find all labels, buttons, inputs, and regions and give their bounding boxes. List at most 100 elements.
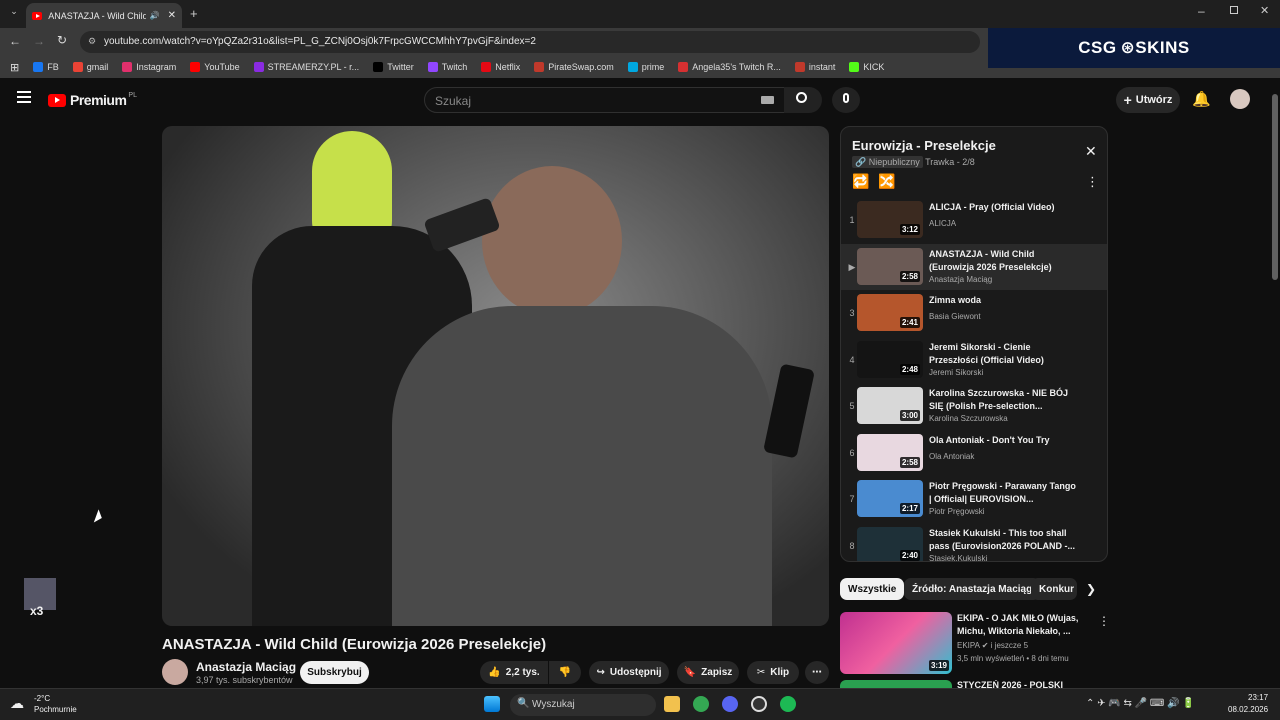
bookmark-item[interactable]: Twitch [427,62,467,72]
site-info-icon[interactable]: ⚙ [88,36,96,47]
close-window-button[interactable]: ✕ [1260,4,1269,17]
playlist-item[interactable]: 6 2:58 Ola Antoniak - Don't You Try Ola Ant… [841,430,1107,476]
bookmark-icon: 🔖 [683,667,697,678]
bookmark-item[interactable]: YouTube [190,62,240,72]
recommendation-menu-icon[interactable]: ⋮ [1098,614,1110,628]
channel-name[interactable]: Anastazja Maciąg [196,660,296,674]
like-button[interactable]: 👍 2,2 tys. [480,661,548,684]
csgoskins-ad-banner[interactable]: CSG ⊛SKINS [988,28,1280,68]
bookmark-favicon-icon [678,62,689,72]
tray-icons[interactable]: ⌃ ✈ 🎮 ⇆ 🎤 ⌨ 🔊 🔋 [1086,698,1195,709]
youtube-favicon-icon [32,11,43,20]
playlist-item[interactable]: ▶ 2:58 ANASTAZJA - Wild Child (Eurowizja 2… [841,243,1107,290]
clip-button[interactable]: ✂ Klip [747,661,799,684]
bookmark-item[interactable]: Netflix [481,62,520,72]
voice-search-button[interactable] [832,87,860,113]
obs-icon[interactable] [751,696,767,712]
clock-time[interactable]: 23:17 [1248,693,1268,702]
new-tab-button[interactable]: + [190,6,198,21]
channel-avatar[interactable] [162,659,188,685]
tab-list-button[interactable]: ⌄ [6,6,22,22]
search-button[interactable] [784,87,822,113]
playlist-item-thumbnail: 2:58 [857,247,923,285]
recommendation-item[interactable]: 3:19 EKIPA - O JAK MIŁO (Wujas, Michu, W… [840,612,1110,676]
playlist-item-thumbnail: 3:12 [857,201,923,238]
bookmark-item[interactable]: instant [794,62,835,72]
playlist-item-channel: Anastazja Maciąg [929,274,993,284]
bookmark-item[interactable]: Twitter [373,62,414,72]
account-avatar[interactable] [1230,89,1250,109]
spotify-icon[interactable] [780,696,796,712]
subscribe-button[interactable]: Subskrybuj [300,661,369,684]
share-icon: ↪ [596,667,605,678]
loop-icon[interactable]: 🔁 [852,173,869,190]
shuffle-icon[interactable]: 🔀 [878,173,895,190]
playlist-item-index: 8 [849,540,855,551]
create-button[interactable]: + Utwórz [1116,87,1180,113]
playlist-item-channel: Ola Antoniak [929,451,975,461]
video-player[interactable] [162,126,829,626]
bookmark-item[interactable]: Instagram [122,62,176,72]
save-button[interactable]: 🔖 Zapisz [677,661,739,684]
bookmark-favicon-icon [72,62,83,72]
bookmark-item[interactable]: PirateSwap.com [534,62,614,72]
recommendation-item[interactable]: STYCZEŃ 2026 - POLSKI [840,680,1108,688]
playlist-item[interactable]: 7 2:17 Piotr Pręgowski - Parawany Tango | … [841,476,1107,522]
windows-start-icon[interactable] [484,696,500,712]
file-explorer-icon[interactable] [664,696,680,712]
bookmark-item[interactable]: STREAMERZY.PL - r... [253,62,359,72]
close-playlist-icon[interactable]: ✕ [1085,143,1097,160]
hamburger-menu-icon[interactable] [17,91,31,103]
share-button[interactable]: ↪ Udostępnij [589,661,669,684]
browser-tab-bar: ⌄ ANASTAZJA - Wild Child (E 🔊 ✕ + – ✕ [0,0,1280,28]
playlist-item[interactable]: 3 2:41 Zimna woda Basia Giewont [841,290,1107,336]
more-actions-button[interactable]: ⋯ [805,661,829,684]
taskbar-search[interactable]: 🔍 Wyszukaj [510,694,656,716]
tab-close-icon[interactable]: ✕ [168,10,176,21]
forward-icon[interactable]: → [33,34,45,48]
chips-next-chevron-icon[interactable]: ❯ [1086,582,1096,596]
chrome-icon[interactable] [693,696,709,712]
playlist-item[interactable]: 5 3:00 Karolina Szczurowska - NIE BÓJ SIĘ … [841,383,1107,429]
bookmark-item[interactable]: gmail [72,62,108,72]
browser-tab-active[interactable]: ANASTAZJA - Wild Child (E 🔊 ✕ [26,3,182,28]
recommendation-channel-name: EKIPA [957,641,980,650]
region-code: PL [128,91,137,99]
bookmark-item[interactable]: Angela35's Twitch R... [678,62,781,72]
maximize-button[interactable] [1230,6,1238,14]
search-input[interactable]: Szukaj [424,87,786,113]
filter-chip[interactable]: Źródło: Anastazja Maciąg [904,578,1041,600]
keyboard-icon[interactable] [761,96,774,104]
playlist-item[interactable]: 4 2:48 Jeremi Sikorski - Cienie Przeszłośc… [841,337,1107,383]
bookmark-favicon-icon [794,62,805,72]
notifications-bell-icon[interactable]: 🔔 [1192,90,1211,108]
scrollbar-thumb[interactable] [1272,94,1278,280]
reload-icon[interactable]: ↻ [57,33,67,47]
playlist-item-duration: 2:17 [899,503,920,514]
playlist-item[interactable]: 8 2:40 Stasiek Kukulski - This too shall p… [841,523,1107,561]
url-field[interactable]: ⚙ youtube.com/watch?v=oYpQZa2r31o&list=P… [80,31,980,53]
playlist-menu-icon[interactable]: ⋮ [1086,174,1099,190]
unlisted-link-icon: 🔗 Niepubliczny [852,156,923,168]
page-scrollbar[interactable] [1270,80,1280,688]
weather-temp: -2°C [34,694,51,703]
bookmark-item[interactable]: prime [627,62,664,72]
back-icon[interactable]: ← [9,34,21,48]
speaker-icon[interactable]: 🔊 [150,11,160,20]
video-figure-suit [392,306,772,626]
recommendation-duration: 3:19 [928,660,949,671]
minimize-button[interactable]: – [1198,4,1205,18]
playlist-item[interactable]: 1 3:12 ALICJA - Pray (Official Video) ALICJ… [841,197,1107,243]
dislike-button[interactable]: 👎 [549,661,581,684]
playlist-item-thumbnail: 2:58 [857,433,923,471]
youtube-logo[interactable]: Premium PL [48,92,137,108]
apps-grid-icon[interactable]: ⊞ [10,61,19,74]
playlist-title[interactable]: Eurowizja - Preselekcje [852,138,996,153]
filter-chip[interactable]: Wszystkie [840,578,905,600]
filter-chip[interactable]: Konkur [1031,578,1077,600]
clock-date[interactable]: 08.02.2026 [1228,705,1268,714]
bookmark-item[interactable]: FB [33,62,59,72]
bookmark-item[interactable]: KICK [849,62,884,72]
discord-icon[interactable] [722,696,738,712]
bookmark-favicon-icon [627,62,638,72]
